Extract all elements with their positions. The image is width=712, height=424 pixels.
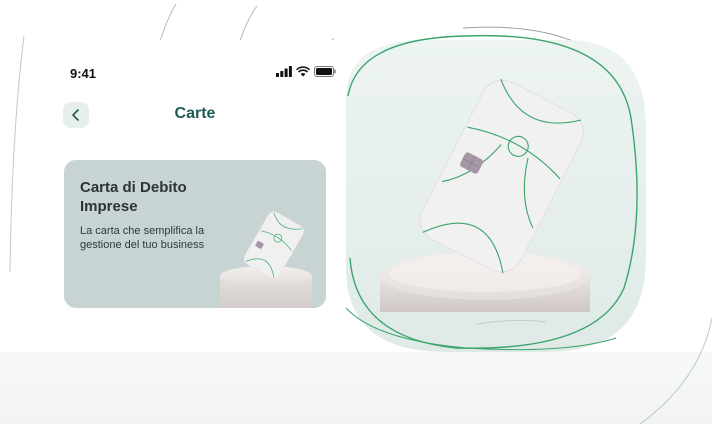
battery-icon bbox=[314, 66, 336, 77]
banner-title: Carta di Debito Imprese bbox=[80, 179, 187, 215]
wifi-icon bbox=[296, 66, 310, 77]
signal-icon bbox=[276, 66, 292, 77]
phone-screen: 9:41 Carte Carta di Debito Imprese La ca… bbox=[44, 40, 344, 352]
banner-description: La carta che semplifica la gestione del … bbox=[80, 225, 205, 251]
card-pedestal-illustration bbox=[220, 211, 312, 308]
hero-card-illustration bbox=[346, 34, 646, 352]
page-title: Carte bbox=[174, 105, 216, 122]
debit-card-banner[interactable]: Carta di Debito Imprese La carta che sem… bbox=[64, 160, 326, 308]
status-time: 9:41 bbox=[70, 66, 97, 81]
status-icons bbox=[276, 66, 336, 77]
